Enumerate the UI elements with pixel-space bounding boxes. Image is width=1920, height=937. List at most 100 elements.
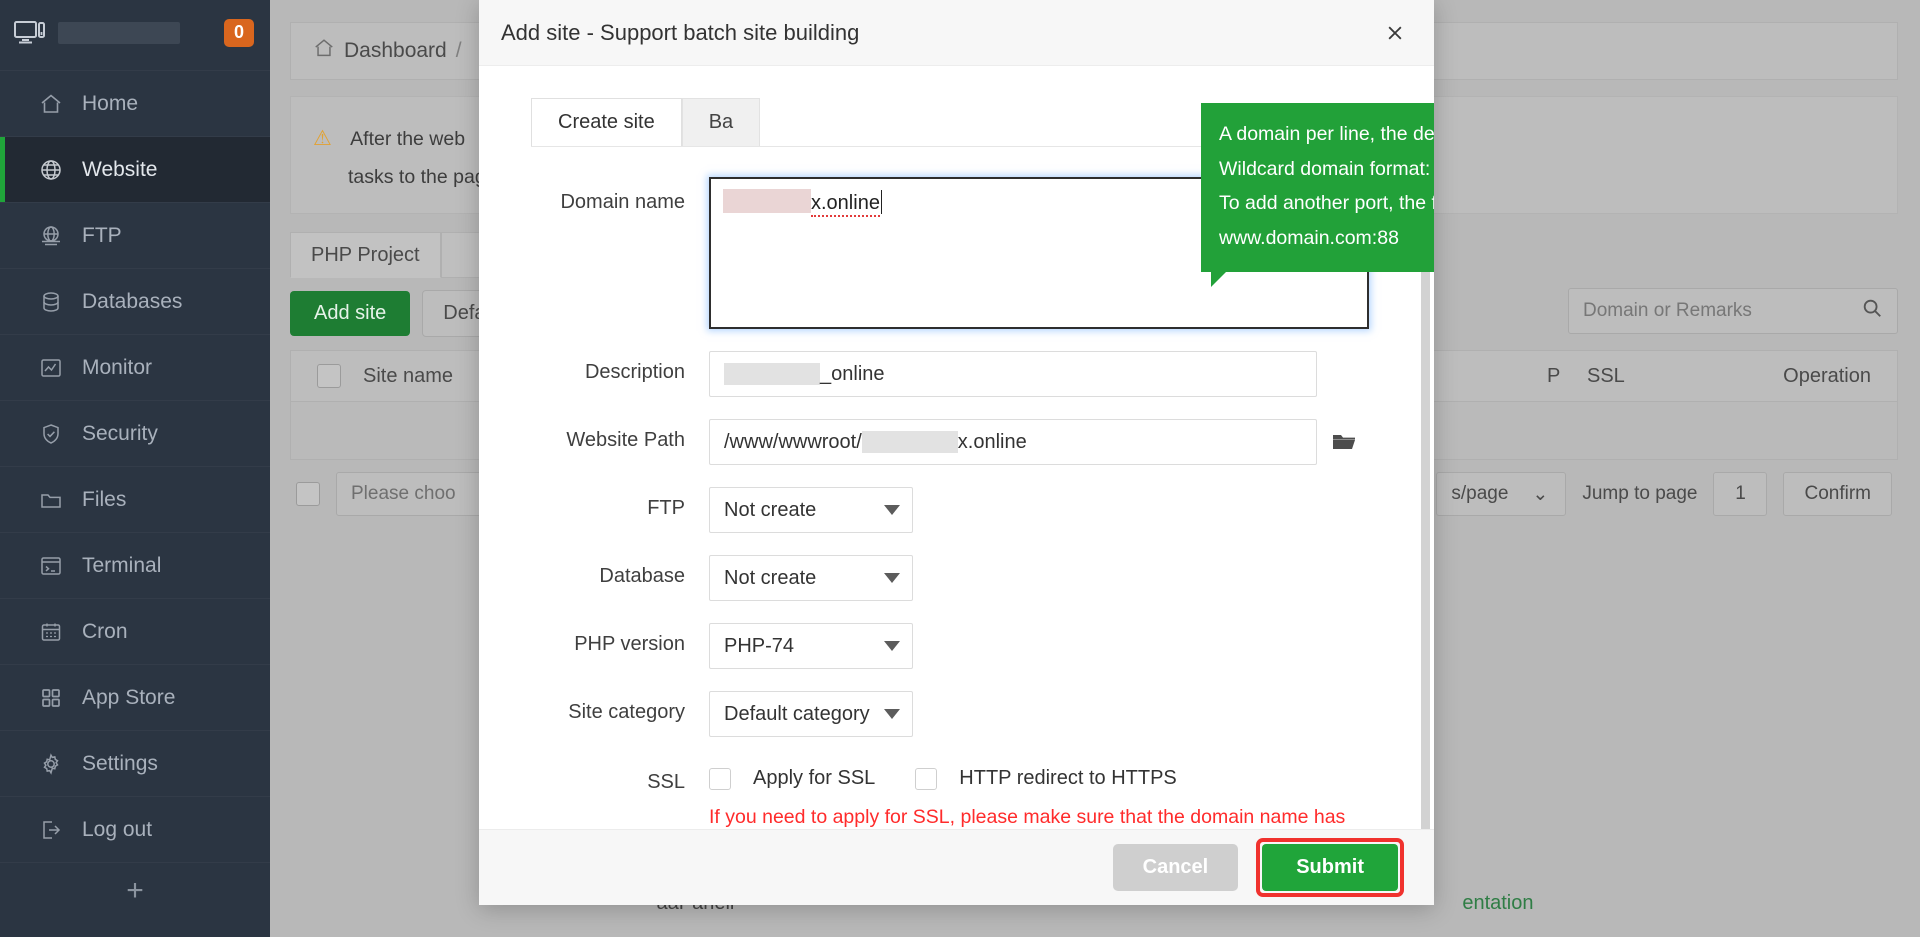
ftp-select[interactable]: Not create xyxy=(709,487,913,533)
confirm-button[interactable]: Confirm xyxy=(1783,472,1892,516)
username-redacted xyxy=(58,22,180,44)
http-redirect-label: HTTP redirect to HTTPS xyxy=(959,767,1177,789)
cancel-button[interactable]: Cancel xyxy=(1112,844,1239,891)
tooltip-line-2: Wildcard domain format: *.domain.com xyxy=(1219,157,1434,180)
warning-icon: ⚠ xyxy=(313,127,332,150)
folder-open-icon[interactable] xyxy=(1331,430,1359,454)
sidebar-item-files[interactable]: Files xyxy=(0,466,270,532)
sidebar-item-label: Files xyxy=(82,487,127,511)
calendar-icon xyxy=(38,619,64,645)
domain-help-tooltip: A domain per line, the default port is 8… xyxy=(1201,103,1434,287)
website-path-input[interactable]: /www/wwwroot/x.online xyxy=(709,419,1317,465)
page-number-input[interactable]: 1 xyxy=(1713,472,1768,516)
notice-line1-left: After the web xyxy=(350,128,466,150)
domain-redacted xyxy=(723,189,811,213)
database-icon xyxy=(38,289,64,315)
field-database: Database Not create xyxy=(513,555,1400,601)
description-label: Description xyxy=(584,361,685,383)
field-ssl: SSL Apply for SSL HTTP redirect to HTTPS xyxy=(513,759,1400,794)
apply-for-ssl-checkbox[interactable] xyxy=(709,767,731,790)
search-input[interactable]: Domain or Remarks xyxy=(1568,288,1898,334)
site-toolbar: Add site Defa xyxy=(290,290,507,337)
sidebar-item-ftp[interactable]: FTP xyxy=(0,202,270,268)
search-placeholder: Domain or Remarks xyxy=(1583,300,1752,321)
tab-batch[interactable]: Ba xyxy=(681,98,761,146)
sidebar-item-label: Log out xyxy=(82,817,153,841)
sidebar-item-label: Website xyxy=(82,157,158,181)
field-php-version: PHP version PHP-74 xyxy=(513,623,1400,669)
sidebar-item-settings[interactable]: Settings xyxy=(0,730,270,796)
database-select[interactable]: Not create xyxy=(709,555,913,601)
globe-icon xyxy=(38,157,64,183)
tab-create-site[interactable]: Create site xyxy=(531,98,682,146)
site-category-label: Site category xyxy=(568,701,685,723)
ftp-value: Not create xyxy=(724,498,817,521)
per-page-select[interactable]: s/page ⌄ xyxy=(1436,472,1567,516)
monitor-icon xyxy=(14,20,46,46)
close-icon[interactable] xyxy=(1378,16,1412,50)
modal-title: Add site - Support batch site building xyxy=(501,19,860,45)
sidebar: 0 Home Website FTP Databases Monitor Sec… xyxy=(0,0,270,937)
php-version-label: PHP version xyxy=(574,633,685,655)
http-redirect-checkbox[interactable] xyxy=(915,767,938,790)
sidebar-header: 0 xyxy=(0,0,270,66)
sidebar-item-label: FTP xyxy=(82,223,122,247)
sidebar-item-home[interactable]: Home xyxy=(0,70,270,136)
field-description: Description _online xyxy=(513,351,1400,397)
field-ftp: FTP Not create xyxy=(513,487,1400,533)
project-tabs: PHP Project xyxy=(290,232,501,278)
logout-icon xyxy=(38,817,64,843)
add-site-button[interactable]: Add site xyxy=(290,291,411,336)
sidebar-item-label: Home xyxy=(82,91,139,115)
documentation-link[interactable]: entation xyxy=(1462,892,1533,915)
text-caret xyxy=(880,190,882,214)
modal-footer: Cancel Submit xyxy=(479,829,1434,905)
description-input[interactable]: _online xyxy=(709,351,1317,397)
tab-php-project[interactable]: PHP Project xyxy=(290,232,441,278)
home-icon xyxy=(38,91,64,117)
per-page-label: s/page xyxy=(1451,483,1509,504)
sidebar-item-label: App Store xyxy=(82,685,176,709)
website-path-label: Website Path xyxy=(566,429,685,451)
terminal-icon xyxy=(38,553,64,579)
column-operation: Operation xyxy=(1783,364,1871,387)
chevron-down-icon xyxy=(884,641,900,651)
column-ssl: SSL xyxy=(1587,364,1625,387)
site-category-select[interactable]: Default category xyxy=(709,691,913,737)
chevron-down-icon xyxy=(884,709,900,719)
website-path-suffix: x.online xyxy=(957,430,1027,453)
sidebar-username xyxy=(56,22,214,44)
domain-name-value: x.online xyxy=(811,192,880,217)
modal-body: Create site Ba A domain per line, the de… xyxy=(479,66,1434,829)
sidebar-item-label: Cron xyxy=(82,619,128,643)
sidebar-add-button[interactable]: + xyxy=(0,862,270,918)
sidebar-item-app-store[interactable]: App Store xyxy=(0,664,270,730)
sidebar-item-cron[interactable]: Cron xyxy=(0,598,270,664)
shield-check-icon xyxy=(38,421,64,447)
sidebar-item-security[interactable]: Security xyxy=(0,400,270,466)
chevron-down-icon xyxy=(884,505,900,515)
apply-for-ssl-label: Apply for SSL xyxy=(753,767,876,789)
pager-select-checkbox[interactable] xyxy=(296,482,320,506)
search-icon[interactable] xyxy=(1861,297,1883,325)
domain-name-label: Domain name xyxy=(560,191,685,213)
notification-badge[interactable]: 0 xyxy=(223,19,254,47)
database-value: Not create xyxy=(724,566,817,589)
ftp-label: FTP xyxy=(647,497,685,519)
description-value: _online xyxy=(820,362,885,385)
sidebar-item-website[interactable]: Website xyxy=(0,136,270,202)
sidebar-menu: Home Website FTP Databases Monitor Secur… xyxy=(0,70,270,918)
sidebar-item-monitor[interactable]: Monitor xyxy=(0,334,270,400)
ftp-globe-icon xyxy=(38,223,64,249)
breadcrumb-home[interactable]: Dashboard xyxy=(344,39,447,63)
ssl-warning: If you need to apply for SSL, please mak… xyxy=(709,802,1349,829)
chevron-down-icon xyxy=(884,573,900,583)
ssl-warning-line-1: If you need to apply for SSL, please mak… xyxy=(709,806,1346,828)
php-version-select[interactable]: PHP-74 xyxy=(709,623,913,669)
sidebar-item-databases[interactable]: Databases xyxy=(0,268,270,334)
sidebar-item-log-out[interactable]: Log out xyxy=(0,796,270,862)
select-all-checkbox[interactable] xyxy=(317,364,341,388)
website-path-redacted xyxy=(861,431,958,453)
sidebar-item-terminal[interactable]: Terminal xyxy=(0,532,270,598)
submit-button[interactable]: Submit xyxy=(1262,844,1398,891)
